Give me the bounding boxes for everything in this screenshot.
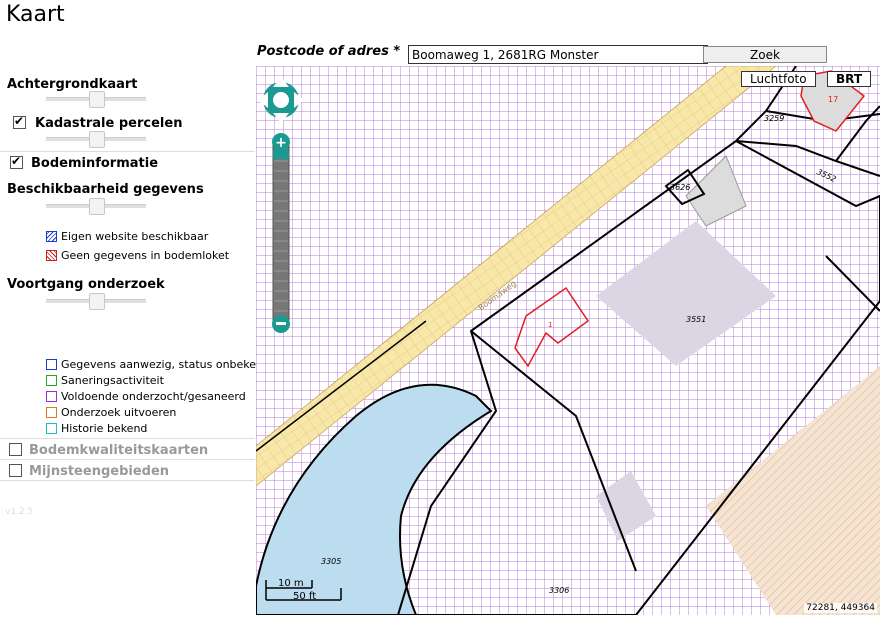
beschikbaarheid-slider-thumb[interactable]: [89, 198, 105, 215]
legend-item-onderzoek-uitvoeren: Onderzoek uitvoeren: [46, 406, 176, 419]
search-label: Postcode of adres *: [257, 44, 401, 59]
map-viewport[interactable]: Boomaweg 3259 3552 3626 3551 3305 3306 1…: [256, 66, 880, 615]
legend-swatch: [46, 250, 57, 261]
house-number-label: 1: [548, 321, 552, 329]
parcel-label: 3259: [764, 114, 784, 123]
legend-item-gegevens-aanwezig: Gegevens aanwezig, status onbekend: [46, 358, 270, 371]
zoom-control[interactable]: +: [272, 133, 290, 333]
scale-imperial-label: 50 ft: [293, 591, 316, 602]
divider: [0, 151, 255, 152]
legend-item-saneringsactiviteit: Saneringsactiviteit: [46, 374, 164, 387]
page-title: Kaart: [6, 2, 65, 27]
divider: [0, 480, 255, 481]
legend-item-historie-bekend: Historie bekend: [46, 422, 147, 435]
mijnsteengebieden-checkbox[interactable]: [9, 464, 22, 477]
voortgang-label: Voortgang onderzoek: [7, 277, 165, 292]
beschikbaarheid-label: Beschikbaarheid gegevens: [7, 182, 204, 197]
zoom-out-icon: [276, 322, 286, 325]
kadastrale-percelen-slider-thumb[interactable]: [89, 131, 105, 148]
achtergrondkaart-slider-thumb[interactable]: [89, 91, 105, 108]
search-input[interactable]: [408, 45, 708, 64]
voortgang-slider[interactable]: [46, 293, 146, 310]
parcel-label: 3305: [321, 557, 341, 566]
house-number-label: 17: [828, 95, 838, 104]
sidebar: Achtergrondkaart Kadastrale percelen Bod…: [0, 70, 270, 635]
legend-item-voldoende-onderzocht: Voldoende onderzocht/gesaneerd: [46, 390, 246, 403]
beschikbaarheid-slider[interactable]: [46, 198, 146, 215]
bodemkwaliteitskaarten-checkbox[interactable]: [9, 443, 22, 456]
legend-swatch: [46, 231, 57, 242]
legend-swatch: [46, 391, 57, 402]
divider: [0, 438, 255, 439]
bodemkwaliteitskaarten-label: Bodemkwaliteitskaarten: [29, 443, 209, 458]
legend-swatch: [46, 423, 57, 434]
luchtfoto-button[interactable]: Luchtfoto: [741, 71, 816, 87]
mijnsteengebieden-label: Mijnsteengebieden: [29, 464, 170, 479]
parcel-label: 3306: [549, 586, 569, 595]
kadastrale-percelen-label: Kadastrale percelen: [35, 116, 183, 131]
legend-swatch: [46, 359, 57, 370]
bodeminformatie-checkbox[interactable]: [10, 156, 23, 169]
zoom-in-icon: +: [275, 135, 287, 151]
version-label: v1.2.5: [5, 507, 34, 517]
map-canvas[interactable]: Boomaweg 3259 3552 3626 3551 3305 3306 1…: [256, 66, 880, 615]
voortgang-slider-thumb[interactable]: [89, 293, 105, 310]
kadastrale-percelen-slider[interactable]: [46, 131, 146, 148]
achtergrondkaart-label: Achtergrondkaart: [7, 77, 138, 92]
zoom-track[interactable]: [272, 144, 290, 325]
legend-item-eigen-website: Eigen website beschikbaar: [46, 230, 208, 243]
kadastrale-percelen-checkbox[interactable]: [13, 116, 26, 129]
brt-button[interactable]: BRT: [827, 71, 872, 87]
parcel-label: 3551: [686, 315, 706, 324]
parcel-label: 3626: [670, 183, 690, 192]
search-button[interactable]: Zoek: [703, 46, 827, 63]
pan-control-center: [273, 92, 289, 108]
bodeminformatie-label: Bodeminformatie: [31, 156, 159, 171]
coordinates-readout: 72281, 449364: [804, 603, 877, 613]
zoom-slider-handle[interactable]: [273, 150, 289, 159]
divider: [0, 459, 255, 460]
scale-metric-label: 10 m: [278, 578, 304, 589]
legend-item-geen-gegevens: Geen gegevens in bodemloket: [46, 249, 229, 262]
achtergrondkaart-slider[interactable]: [46, 91, 146, 108]
legend-swatch: [46, 407, 57, 418]
legend-swatch: [46, 375, 57, 386]
